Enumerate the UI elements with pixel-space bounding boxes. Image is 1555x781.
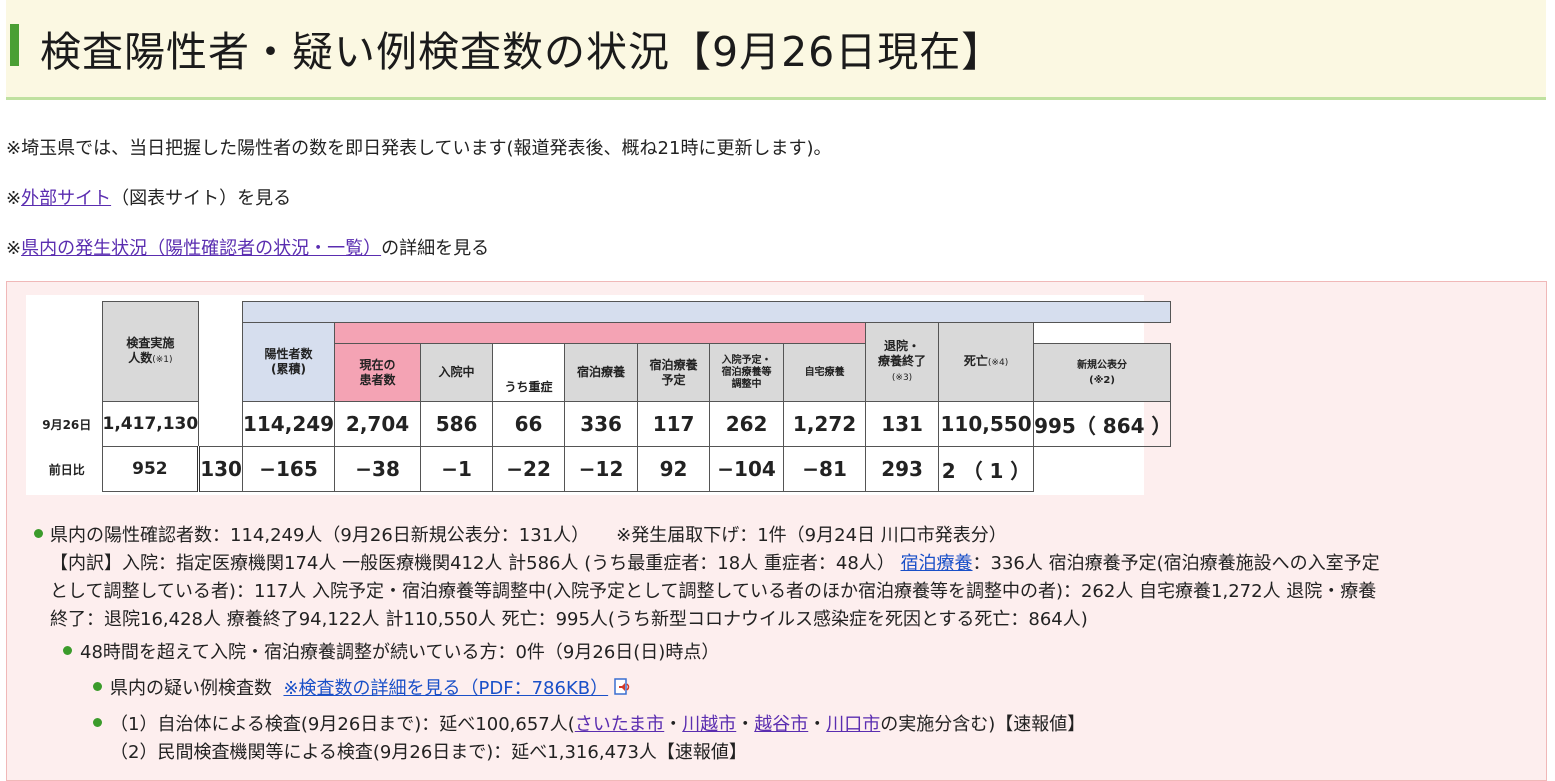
cell-positive: 114,249 [241,401,336,447]
prefecture-status-note: ※県内の発生状況（陽性確認者の状況・一覧）の詳細を見る [6,234,489,260]
spacer-col [198,301,243,447]
th-hospital: 入院中 [420,343,494,402]
th-lodging-plan: 宿泊療養 予定 [637,343,711,402]
breakdown-line-1: 【内訳】入院：指定医療機関174人 一般医療機関412人 計586人 (うち最重… [50,553,1380,574]
bullet-icon [93,682,102,691]
th-positive: 陽性者数 (累積) [241,322,336,402]
cell-recovered: 110,550 [938,401,1035,447]
cell-adjust: 262 [709,401,785,447]
update-note: ※埼玉県では、当日把握した陽性者の数を即日発表しています(報道発表後、概ね21時… [6,138,832,159]
breakdown-line-3: 終了：退院16,428人 療養終了94,122人 計110,550人 死亡：99… [50,609,1088,630]
title-accent-bar [10,24,19,66]
kawagoe-city-link[interactable]: 川越市 [682,714,736,735]
corner-cell [32,344,102,402]
title-bar: 検査陽性者・疑い例検査数の状況【9月26日現在】 [6,0,1546,100]
cell-tested: 952 [101,446,200,492]
cell-lodging: −22 [492,446,566,492]
saitama-city-link[interactable]: さいたま市 [575,714,664,735]
cell-lodging-plan: −12 [564,446,639,492]
speaker-pdf-icon [614,678,630,695]
th-current: 現在の 患者数 [334,343,422,402]
th-current-band [334,322,867,344]
th-death: 死亡(※4) [938,322,1035,402]
breakdown-line-2: として調整している者)：117人 入院予定・宿泊療養等調整中(入院予定として調整… [50,581,1377,602]
corner-cell [32,323,102,344]
cell-new: 131 [865,401,940,447]
th-lodging: 宿泊療養 [564,343,639,402]
page-title: 検査陽性者・疑い例検査数の状況【9月26日現在】 [40,28,1004,76]
cell-severe: 66 [492,401,566,447]
suspected-tests-line: 県内の疑い例検査数 ※検査数の詳細を見る（PDF：786KB） [110,674,632,700]
test-details-pdf-link[interactable]: ※検査数の詳細を見る（PDF：786KB） [283,678,608,699]
cell-death: 2 （ 1 ） [938,446,1035,492]
th-recovered: 退院・ 療養終了 (※3) [865,322,940,402]
positive-summary: 県内の陽性確認者数：114,249人（9月26日新規公表分：131人） ※発生届… [50,525,1007,546]
row-label-today: 9月26日 [42,417,92,432]
th-new: 新規公表分 (※2) [1033,343,1172,402]
th-tested: 検査実施 人数(※1) [101,301,200,402]
th-severe: うち重症 [492,343,566,402]
adjustment-status: 48時間を超えて入院・宿泊療養調整が続いている方：0件（9月26日(日)時点） [80,642,720,663]
cell-current: −165 [241,446,336,492]
cell-new: −81 [783,446,867,492]
cell-hospital: 586 [420,401,494,447]
external-site-link[interactable]: 外部サイト [21,188,111,209]
koshigaya-city-link[interactable]: 越谷市 [754,714,808,735]
th-home: 自宅療養 [783,343,867,402]
cell-current: 2,704 [334,401,422,447]
corner-cell [32,302,102,323]
cell-positive: 130 [197,446,243,492]
cell-hospital: −38 [334,446,422,492]
bullet-icon [34,529,43,538]
lodging-link[interactable]: 宿泊療養 [901,553,973,574]
note-prefix: ※ [6,188,22,209]
cell-recovered: 293 [865,446,940,492]
note-suffix: の詳細を見る [381,238,490,259]
th-adjust: 入院予定・ 宿泊療養等 調整中 [709,343,785,402]
note-suffix: （図表サイト）を見る [111,188,292,209]
cell-severe: −1 [420,446,494,492]
row-label-diff: 前日比 [48,462,85,477]
cell-lodging-plan: 117 [637,401,711,447]
note-prefix: ※ [6,238,22,259]
th-positive-band [241,301,1172,323]
kawaguchi-city-link[interactable]: 川口市 [826,714,880,735]
cell-adjust: 92 [637,446,711,492]
external-site-note: ※外部サイト（図表サイト）を見る [6,184,291,210]
cell-home: 1,272 [783,401,867,447]
bullet-icon [93,718,102,727]
bullet-icon [63,646,72,655]
prefecture-status-link[interactable]: 県内の発生状況（陽性確認者の状況・一覧） [21,238,381,259]
stats-table: 検査実施 人数(※1) 陽性者数 (累積) 退院・ 療養終了 (※3) 死亡(※4) 現… [32,301,1171,492]
private-tests-line: （2）民間検査機関等による検査(9月26日まで)：延べ1,316,473人【速報… [110,742,747,763]
cell-home: −104 [709,446,785,492]
cell-death: 995（ 864 ） [1033,401,1171,447]
cell-tested: 1,417,130 [101,401,200,447]
cell-lodging: 336 [564,401,639,447]
municipal-tests-line: （1）自治体による検査(9月26日まで)：延べ100,657人(さいたま市・川越… [110,714,1086,735]
